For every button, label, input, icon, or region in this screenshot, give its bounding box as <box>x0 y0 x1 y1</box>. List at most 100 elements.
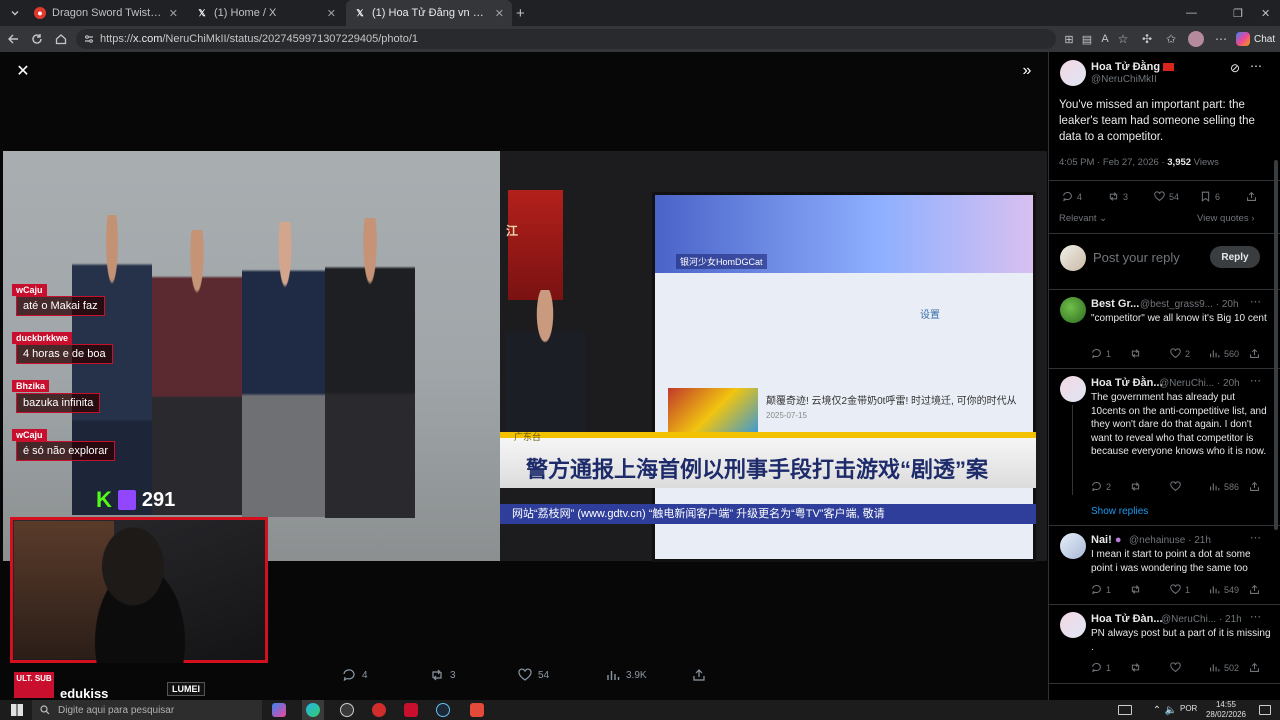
reply-reply-stat[interactable]: 1 <box>1091 662 1111 673</box>
post-share-button[interactable] <box>1246 191 1257 202</box>
chat-message: é só não explorar <box>16 441 115 461</box>
tab-webzen[interactable]: ● Dragon Sword Twist: Webzen page... ✕ <box>26 0 186 26</box>
taskbar-app-game[interactable] <box>466 700 488 720</box>
reply-repost-stat[interactable] <box>1130 481 1141 492</box>
panel-scrollbar[interactable] <box>1274 160 1278 530</box>
reply-views-stat[interactable]: 502 <box>1209 662 1239 673</box>
reply-repost-stat[interactable] <box>1130 584 1141 595</box>
reply-action[interactable]: 4 <box>342 668 368 682</box>
view-quotes-link[interactable]: View quotes › <box>1197 213 1254 224</box>
maximize-button[interactable]: ❐ <box>1228 0 1248 26</box>
new-tab-button[interactable]: + <box>512 0 532 26</box>
taskbar-app-steam[interactable] <box>432 700 454 720</box>
close-viewer-button[interactable]: ✕ <box>14 62 32 80</box>
taskbar-app-video[interactable] <box>400 700 422 720</box>
reply-share-button[interactable] <box>1249 481 1260 492</box>
tab-x-post[interactable]: 𝕏 (1) Hoa Tử Đằng vn on X: "@Pirat... ✕ <box>346 0 512 26</box>
reply-repost-stat[interactable] <box>1130 348 1141 359</box>
taskbar-app-edge[interactable] <box>302 700 324 720</box>
start-button[interactable] <box>6 700 28 720</box>
news-headline: 警方通报上海首例以刑事手段打击游戏“剧透”案 <box>526 457 989 482</box>
reply-avatar[interactable] <box>1060 297 1086 323</box>
reply-more-button[interactable]: ⋯ <box>1250 531 1261 544</box>
copilot-chat-button[interactable]: Chat <box>1236 29 1275 49</box>
extensions-button[interactable]: ✣ <box>1136 26 1158 52</box>
system-clock[interactable]: 14:55 28/02/2026 <box>1204 700 1248 720</box>
tray-volume-button[interactable]: 🔈 <box>1160 700 1182 720</box>
reply-input[interactable]: Post your reply <box>1093 250 1180 265</box>
reply-like-stat[interactable] <box>1170 662 1181 673</box>
reply-avatar[interactable] <box>1060 533 1086 559</box>
reply-repost-stat[interactable] <box>1130 662 1141 673</box>
tab-close-icon[interactable]: ✕ <box>327 7 336 20</box>
grok-button[interactable]: ⊘ <box>1230 61 1240 75</box>
reply-author-name[interactable]: Best Gr... <box>1091 298 1139 310</box>
author-avatar[interactable] <box>1060 60 1086 86</box>
reply-like-stat[interactable]: 2 <box>1170 348 1190 359</box>
reply-more-button[interactable]: ⋯ <box>1250 295 1261 308</box>
show-replies-link[interactable]: Show replies <box>1091 506 1148 517</box>
taskbar-app-media[interactable] <box>368 700 390 720</box>
collapse-panel-button[interactable]: » <box>1018 62 1036 80</box>
post-reply-stat[interactable]: 4 <box>1062 191 1082 202</box>
share-action[interactable] <box>692 668 706 682</box>
reply-share-button[interactable] <box>1249 348 1260 359</box>
reply-handle-text[interactable]: @best_grass9... <box>1140 299 1213 310</box>
minimize-button[interactable]: — <box>1180 0 1204 26</box>
reply-more-button[interactable]: ⋯ <box>1250 610 1261 623</box>
views-action[interactable]: 3.9K <box>606 668 647 682</box>
input-language[interactable]: POR <box>1180 704 1197 713</box>
tab-search-button[interactable] <box>4 2 26 24</box>
reply-button[interactable]: Reply <box>1210 246 1260 268</box>
reply-handle-text[interactable]: @nehainuse <box>1129 535 1185 546</box>
reload-button[interactable] <box>26 26 48 52</box>
reply-share-button[interactable] <box>1249 662 1260 673</box>
view-count: 3.9K <box>626 669 647 681</box>
address-bar[interactable]: https://x.com/NeruChiMkII/status/2027459… <box>76 29 1056 49</box>
reply-more-button[interactable]: ⋯ <box>1250 374 1261 387</box>
reply-reply-stat[interactable]: 1 <box>1091 348 1111 359</box>
reply-views-stat[interactable]: 549 <box>1209 584 1239 595</box>
author-name[interactable]: Hoa Tử Đằng <box>1091 61 1175 73</box>
reply-like-stat[interactable] <box>1170 481 1181 492</box>
taskbar-app-copilot[interactable] <box>268 700 290 720</box>
bookmark-icon <box>1201 191 1210 202</box>
taskbar-search[interactable]: Digite aqui para pesquisar <box>32 700 262 720</box>
like-action[interactable]: 54 <box>518 668 549 682</box>
notifications-button[interactable] <box>1254 700 1276 720</box>
post-like-stat[interactable]: 54 <box>1154 191 1179 202</box>
reply-views-stat[interactable]: 560 <box>1209 348 1239 359</box>
back-button[interactable] <box>2 26 24 52</box>
tab-x-home[interactable]: 𝕏 (1) Home / X ✕ <box>188 0 344 26</box>
post-more-button[interactable]: ⋯ <box>1250 59 1262 73</box>
reply-avatar[interactable] <box>1060 376 1086 402</box>
taskbar-app-chatgpt[interactable] <box>336 700 358 720</box>
sort-relevant-dropdown[interactable]: Relevant ⌄ <box>1059 213 1107 224</box>
reply-reply-stat[interactable]: 2 <box>1091 481 1111 492</box>
tab-close-icon[interactable]: ✕ <box>495 7 504 20</box>
post-repost-stat[interactable]: 3 <box>1108 191 1128 202</box>
tab-close-icon[interactable]: ✕ <box>169 7 178 20</box>
repost-action[interactable]: 3 <box>430 668 456 682</box>
post-timestamp[interactable]: 4:05 PM · Feb 27, 2026 · <box>1059 157 1167 168</box>
favorite-button[interactable]: ☆ <box>1112 26 1134 52</box>
more-menu-button[interactable]: ⋯ <box>1210 26 1232 52</box>
reply-avatar[interactable] <box>1060 612 1086 638</box>
reply-share-button[interactable] <box>1249 584 1260 595</box>
reply-handle-text[interactable]: @NeruChi... <box>1159 378 1214 389</box>
reply-author-name[interactable]: Hoa Tử Đằn... <box>1091 377 1163 389</box>
author-handle[interactable]: @NeruChiMkII <box>1091 74 1157 85</box>
favorites-bar-button[interactable]: ✩ <box>1160 26 1182 52</box>
tray-display-icon[interactable] <box>1114 700 1136 720</box>
post-bookmark-stat[interactable]: 6 <box>1200 191 1220 202</box>
home-button[interactable] <box>50 26 72 52</box>
reply-like-stat[interactable]: 1 <box>1170 584 1190 595</box>
reply-views-stat[interactable]: 586 <box>1209 481 1239 492</box>
reply-author-name[interactable]: Hoa Tử Đàn... <box>1091 613 1163 625</box>
post-sidebar <box>1048 52 1280 700</box>
reply-reply-stat[interactable]: 1 <box>1091 584 1111 595</box>
reply-author-name[interactable]: Nai! ● <box>1091 534 1122 546</box>
reply-handle-text[interactable]: @NeruChi... <box>1161 614 1216 625</box>
window-close-button[interactable]: ✕ <box>1256 0 1276 26</box>
profile-avatar[interactable] <box>1188 31 1204 47</box>
